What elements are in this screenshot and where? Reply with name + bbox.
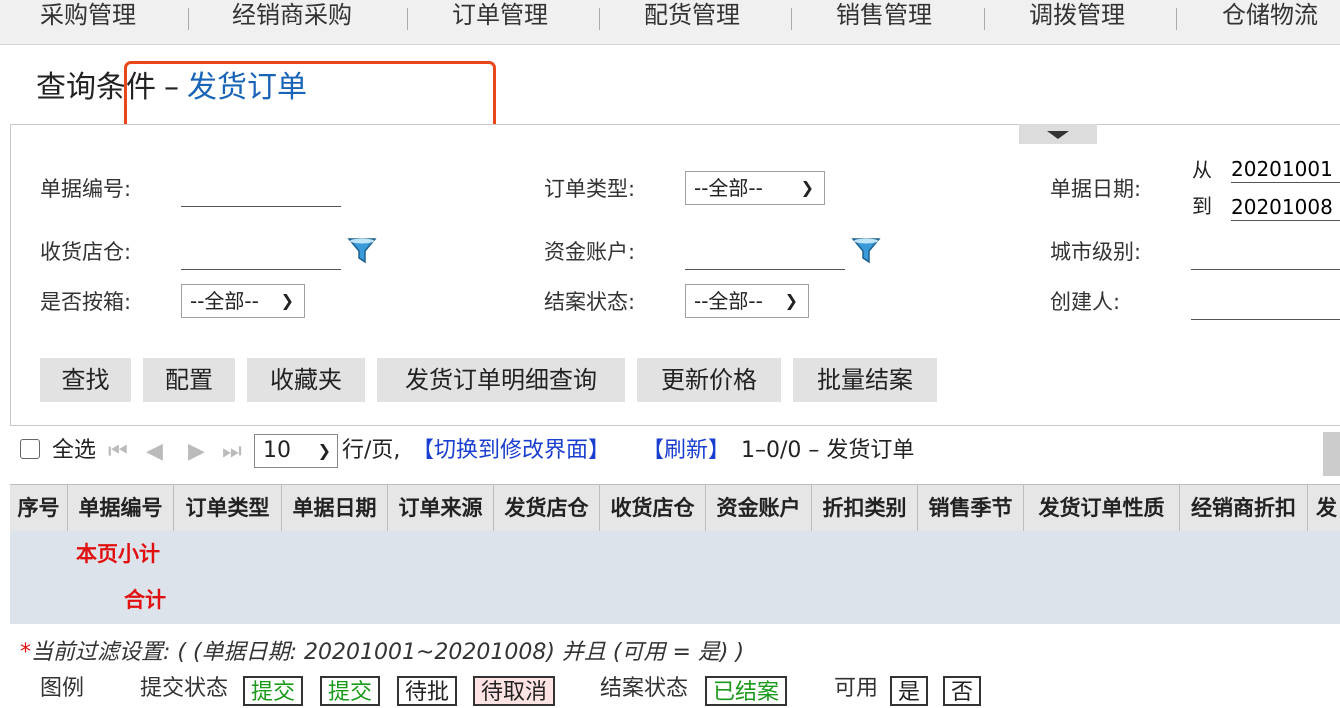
chevron-down-icon: ❯: [280, 291, 294, 310]
table-body: [10, 531, 1340, 624]
batch-close-button[interactable]: 批量结案: [793, 358, 937, 402]
nav-order[interactable]: 订单管理: [452, 0, 548, 36]
receive-store-input[interactable]: [181, 243, 341, 270]
switch-edit-view-link[interactable]: 【切换到修改界面】: [412, 434, 610, 468]
select-all-label: 全选: [52, 438, 97, 463]
select-all-checkbox[interactable]: [20, 439, 40, 459]
legend-no: 否: [943, 676, 982, 706]
current-filter-note: *当前过滤设置: ( (单据日期: 20201001~20201008) 并且 …: [20, 640, 744, 666]
column-header[interactable]: 收货店仓: [600, 485, 706, 531]
column-header[interactable]: 发: [1308, 485, 1340, 531]
order-type-label: 订单类型:: [544, 177, 636, 201]
nav-separator: [1176, 8, 1177, 30]
nav-transfer[interactable]: 调拨管理: [1029, 0, 1125, 36]
top-nav: 采购管理 经销商采购 订单管理 配货管理 销售管理 调拨管理 仓储物流: [0, 0, 1340, 45]
last-page-icon[interactable]: ⏭: [222, 440, 242, 464]
refresh-link[interactable]: 【刷新】: [642, 434, 730, 468]
by-box-select[interactable]: --全部-- ❯: [181, 284, 305, 318]
column-header[interactable]: 序号: [10, 485, 68, 531]
per-page-value: 10: [263, 438, 291, 463]
filter-note-text: 当前过滤设置: ( (单据日期: 20201001~20201008) 并且 (…: [31, 640, 745, 665]
close-status-select[interactable]: --全部-- ❯: [685, 284, 809, 318]
legend-avail-label: 可用: [834, 676, 879, 701]
legend-closed: 已结案: [705, 676, 788, 706]
prev-page-icon[interactable]: ◀: [146, 440, 163, 464]
column-header[interactable]: 订单类型: [174, 485, 282, 531]
total-label: 合计: [124, 588, 166, 612]
by-box-value: --全部--: [190, 289, 259, 313]
config-button[interactable]: 配置: [143, 358, 235, 402]
column-header[interactable]: 单据日期: [282, 485, 388, 531]
chevron-down-icon: ❯: [784, 291, 798, 310]
chevron-down-icon: ❯: [800, 178, 814, 197]
scrollbar[interactable]: [1323, 432, 1340, 476]
column-header[interactable]: 经销商折扣: [1180, 485, 1308, 531]
legend-pending: 待批: [397, 676, 458, 706]
doc-no-input[interactable]: [181, 180, 341, 207]
column-header[interactable]: 销售季节: [918, 485, 1024, 531]
filter-icon[interactable]: [346, 236, 378, 266]
fund-account-label: 资金账户:: [544, 240, 636, 264]
required-star: *: [20, 640, 31, 665]
legend-cancel: 待取消: [473, 676, 556, 706]
receive-store-label: 收货店仓:: [40, 240, 132, 264]
close-status-value: --全部--: [694, 289, 763, 313]
caret-down-icon: [1047, 131, 1069, 139]
next-page-icon[interactable]: ▶: [188, 440, 205, 464]
doc-date-label: 单据日期:: [1050, 177, 1142, 201]
column-header[interactable]: 折扣类别: [812, 485, 918, 531]
nav-distribution[interactable]: 配货管理: [644, 0, 740, 36]
first-page-icon[interactable]: ⏮: [108, 440, 128, 464]
city-level-input[interactable]: [1191, 243, 1340, 270]
legend-submit-label: 提交状态: [140, 676, 229, 701]
column-header[interactable]: 订单来源: [388, 485, 494, 531]
chevron-down-icon: ❯: [317, 441, 331, 460]
nav-warehouse[interactable]: 仓储物流: [1222, 0, 1318, 36]
per-page-select[interactable]: 10 ❯: [254, 434, 338, 468]
by-box-label: 是否按箱:: [40, 290, 132, 314]
close-status-label: 结案状态:: [544, 290, 636, 314]
per-page-suffix: 行/页,: [342, 438, 401, 463]
legend-submit-a: 提交: [243, 676, 304, 706]
column-header[interactable]: 单据编号: [68, 485, 174, 531]
nav-purchase[interactable]: 采购管理: [40, 0, 136, 36]
page-subtotal-label: 本页小计: [76, 542, 160, 566]
column-header[interactable]: 资金账户: [706, 485, 812, 531]
column-header[interactable]: 发货店仓: [494, 485, 600, 531]
order-type-value: --全部--: [694, 176, 763, 200]
creator-label: 创建人:: [1050, 290, 1121, 314]
legend-close-label: 结案状态: [600, 676, 689, 701]
column-header[interactable]: 发货订单性质: [1024, 485, 1180, 531]
nav-sales[interactable]: 销售管理: [836, 0, 932, 36]
update-price-button[interactable]: 更新价格: [637, 358, 781, 402]
legend-submit-b: 提交: [320, 676, 381, 706]
search-button[interactable]: 查找: [40, 358, 131, 402]
date-to-label: 到: [1192, 194, 1212, 218]
nav-separator: [791, 8, 792, 30]
nav-separator: [407, 8, 408, 30]
city-level-label: 城市级别:: [1050, 240, 1142, 264]
favorites-button[interactable]: 收藏夹: [247, 358, 365, 402]
date-from-label: 从: [1192, 158, 1212, 182]
nav-dealer-purchase[interactable]: 经销商采购: [232, 0, 352, 36]
nav-separator: [984, 8, 985, 30]
legend-label: 图例: [40, 676, 85, 701]
fund-account-input[interactable]: [685, 243, 845, 270]
collapse-toggle[interactable]: [1019, 124, 1097, 144]
nav-separator: [599, 8, 600, 30]
filter-icon[interactable]: [850, 236, 882, 266]
order-type-select[interactable]: --全部-- ❯: [685, 171, 825, 205]
date-to-input[interactable]: [1231, 194, 1340, 221]
order-detail-query-button[interactable]: 发货订单明细查询: [377, 358, 625, 402]
creator-input[interactable]: [1191, 293, 1340, 320]
date-from-input[interactable]: [1231, 156, 1340, 183]
table-header: 序号 单据编号 订单类型 单据日期 订单来源 发货店仓 收货店仓 资金账户 折扣…: [10, 484, 1340, 532]
doc-no-label: 单据编号:: [40, 177, 132, 201]
legend-yes: 是: [890, 676, 929, 706]
nav-separator: [188, 8, 189, 30]
record-range: 1–0/0 – 发货订单: [741, 438, 915, 463]
